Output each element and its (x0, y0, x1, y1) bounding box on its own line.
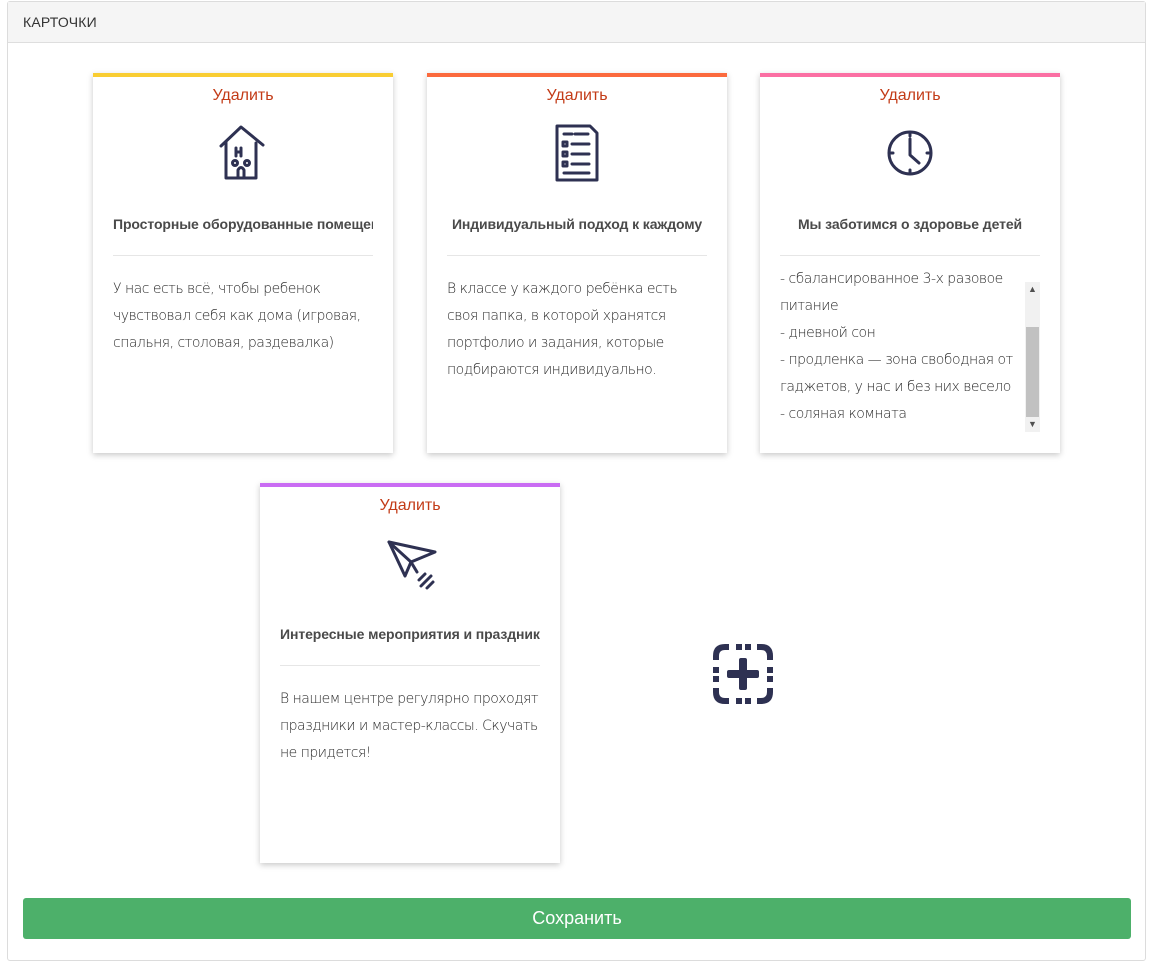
add-card-icon[interactable] (709, 640, 777, 708)
card-title: Мы заботимся о здоровье детей (797, 216, 1023, 232)
card-title: Индивидуальный подход к каждому (451, 216, 703, 232)
card-divider (447, 255, 707, 256)
panel-title: КАРТОЧКИ (8, 2, 1145, 43)
card-divider (780, 255, 1040, 256)
card-text: У нас есть всё, чтобы ребенок чувствовал… (113, 281, 361, 351)
save-button[interactable]: Сохранить (23, 898, 1131, 939)
paper-plane-icon (387, 540, 437, 590)
card-4: Удалить Интересные мероприятия и праздни… (260, 483, 560, 863)
card-divider (113, 255, 373, 256)
card-text-scrollable[interactable]: - сбалансированное 3-х разовое питание -… (780, 266, 1040, 432)
card-title: Интересные мероприятия и праздники (280, 626, 540, 642)
delete-card-button[interactable]: Удалить (760, 86, 1060, 106)
card-text: В классе у каждого ребёнка есть своя пап… (447, 281, 678, 378)
scroll-down-arrow-icon[interactable]: ▼ (1025, 417, 1040, 432)
card-text: В нашем центре регулярно проходят праздн… (280, 691, 539, 761)
house-icon (219, 125, 265, 180)
scroll-up-arrow-icon[interactable]: ▲ (1025, 282, 1040, 297)
scrollbar-thumb[interactable] (1026, 327, 1039, 417)
document-list-icon (555, 124, 599, 182)
delete-card-button[interactable]: Удалить (260, 496, 560, 516)
delete-card-button[interactable]: Удалить (93, 86, 393, 106)
delete-card-button[interactable]: Удалить (427, 86, 727, 106)
card-2: Удалить Индивидуальный подход к каждому … (427, 73, 727, 453)
card-3: Удалить Мы заботимся о здоровье детей - … (760, 73, 1060, 453)
card-1: Удалить Просторные оборудованные помещен… (93, 73, 393, 453)
scrollbar[interactable]: ▲ ▼ (1025, 282, 1040, 432)
clock-icon (887, 130, 933, 176)
card-divider (280, 665, 540, 666)
card-title: Просторные оборудованные помещения (113, 216, 373, 232)
